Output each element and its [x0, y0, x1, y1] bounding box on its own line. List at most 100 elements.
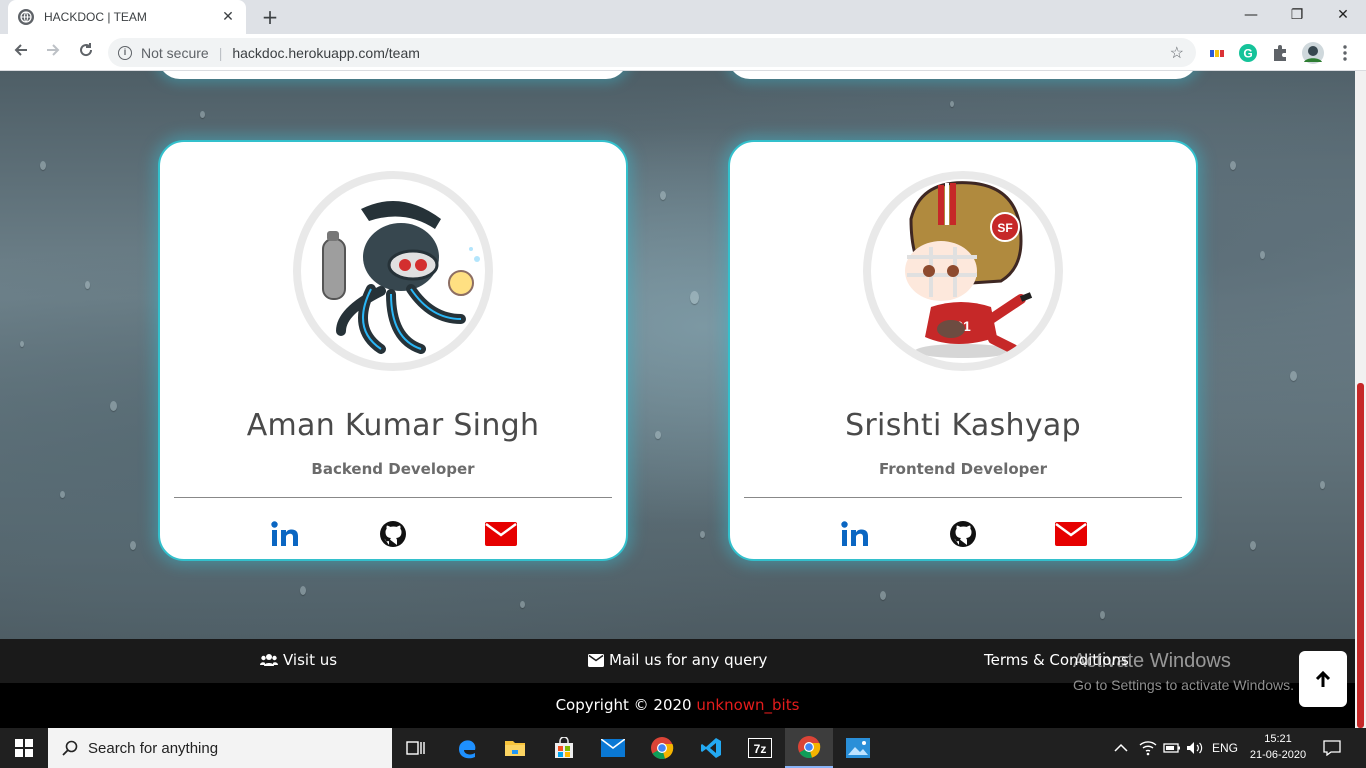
7zip-button[interactable]: 7z — [736, 728, 784, 768]
puzzle-extensions-icon[interactable] — [1270, 43, 1290, 63]
avatar: SF 21 — [863, 171, 1063, 371]
taskbar-search[interactable]: Search for anything — [48, 728, 392, 768]
forward-button[interactable] — [40, 40, 66, 66]
mail-link[interactable] — [1054, 519, 1088, 549]
svg-text:7z: 7z — [754, 742, 767, 756]
new-tab-button[interactable]: + — [258, 5, 282, 29]
linkedin-icon — [841, 521, 868, 546]
svg-text:G: G — [1243, 47, 1252, 61]
minimize-button[interactable]: — — [1228, 0, 1274, 30]
extension-colors-icon[interactable] — [1207, 43, 1227, 63]
not-secure-label: Not secure — [141, 44, 209, 61]
chevron-up-icon — [1114, 743, 1128, 752]
reload-button[interactable] — [73, 40, 99, 66]
member-name: Aman Kumar Singh — [246, 408, 540, 443]
member-role: Frontend Developer — [879, 460, 1047, 478]
edge-taskbar-button[interactable] — [443, 728, 491, 768]
url-text[interactable]: hackdoc.herokuapp.com/team — [232, 45, 420, 61]
store-bag-icon — [555, 737, 573, 758]
chrome-button[interactable] — [638, 728, 686, 768]
card-divider — [174, 497, 612, 498]
file-explorer-button[interactable] — [491, 728, 539, 768]
battery-button[interactable] — [1163, 728, 1181, 768]
member-name: Srishti Kashyap — [845, 408, 1081, 443]
chrome-icon — [798, 736, 821, 759]
clock-date: 21-06-2020 — [1249, 749, 1307, 761]
clock[interactable]: 15:21 21-06-2020 — [1246, 731, 1310, 763]
tab-close-icon[interactable]: ✕ — [220, 9, 236, 25]
linkedin-link[interactable] — [268, 519, 302, 549]
browser-tab[interactable]: HACKDOC | TEAM ✕ — [8, 0, 246, 34]
vscode-icon — [701, 738, 721, 758]
show-hidden-icons-button[interactable] — [1114, 728, 1128, 768]
notification-icon — [1323, 740, 1341, 756]
task-view-button[interactable] — [392, 728, 440, 768]
clock-time: 15:21 — [1264, 733, 1292, 745]
browser-tab-bar: HACKDOC | TEAM ✕ + — ❐ ✕ — [0, 0, 1366, 34]
edge-icon — [459, 740, 476, 759]
language-indicator[interactable]: ENG — [1212, 728, 1238, 768]
search-icon — [62, 740, 78, 756]
football-octocat-avatar-icon: SF 21 — [905, 181, 1033, 358]
start-button[interactable] — [0, 728, 48, 768]
mail-icon — [485, 522, 517, 546]
team-card-previous-right — [728, 71, 1198, 79]
page-scrollbar-thumb[interactable] — [1357, 383, 1364, 728]
browser-toolbar: i Not secure | hackdoc.herokuapp.com/tea… — [0, 34, 1366, 71]
address-bar[interactable]: i Not secure | hackdoc.herokuapp.com/tea… — [108, 38, 1196, 67]
store-button[interactable] — [540, 728, 588, 768]
visit-us-link[interactable]: Visit us — [260, 651, 337, 669]
mail-link[interactable] — [484, 519, 518, 549]
speaker-icon — [1187, 742, 1203, 754]
globe-icon — [18, 9, 34, 25]
team-page: Aman Kumar Singh Backend Developer SF Sr… — [0, 71, 1355, 639]
close-window-button[interactable]: ✕ — [1320, 0, 1366, 30]
copyright-text: Copyright © 2020 — [555, 696, 692, 714]
github-link[interactable] — [946, 519, 980, 549]
scroll-to-top-button[interactable] — [1299, 651, 1347, 707]
arrow-left-icon — [14, 44, 27, 56]
svg-text:SF: SF — [997, 221, 1012, 235]
mail-query-link[interactable]: Mail us for any query — [588, 651, 767, 669]
browser-menu-icon[interactable] — [1335, 43, 1355, 63]
battery-icon — [1163, 743, 1180, 753]
bookmark-star-icon[interactable]: ☆ — [1170, 43, 1184, 63]
reload-icon — [80, 43, 93, 57]
envelope-icon — [588, 653, 604, 667]
activate-subtitle: Go to Settings to activate Windows. — [1073, 677, 1294, 693]
omnibox-separator: | — [218, 44, 223, 61]
mail-icon — [1055, 522, 1087, 546]
card-divider — [744, 497, 1182, 498]
team-card: Aman Kumar Singh Backend Developer — [158, 140, 628, 561]
avatar — [293, 171, 493, 371]
github-icon — [380, 521, 406, 547]
tab-title: HACKDOC | TEAM — [44, 10, 147, 24]
member-role: Backend Developer — [311, 460, 475, 478]
wifi-icon — [1139, 741, 1157, 756]
profile-avatar-icon[interactable] — [1301, 41, 1325, 65]
mail-app-button[interactable] — [589, 728, 637, 768]
mail-app-icon — [601, 739, 625, 757]
chrome-active-button[interactable] — [785, 728, 833, 768]
github-link[interactable] — [376, 519, 410, 549]
vscode-button[interactable] — [687, 728, 735, 768]
grammarly-icon[interactable]: G — [1238, 43, 1258, 63]
restore-button[interactable]: ❐ — [1274, 0, 1320, 30]
back-button[interactable] — [8, 40, 34, 66]
search-placeholder: Search for anything — [88, 739, 219, 757]
volume-button[interactable] — [1186, 728, 1204, 768]
photos-button[interactable] — [834, 728, 882, 768]
chrome-icon — [651, 737, 674, 760]
visit-us-label: Visit us — [283, 651, 338, 669]
network-button[interactable] — [1139, 728, 1157, 768]
team-card-previous-left — [158, 71, 628, 79]
github-icon — [950, 521, 976, 547]
linkedin-link[interactable] — [838, 519, 872, 549]
notifications-button[interactable] — [1323, 728, 1341, 768]
brand-name: unknown_bits — [696, 696, 800, 714]
info-icon[interactable]: i — [118, 45, 132, 60]
scuba-octocat-avatar-icon — [322, 201, 480, 354]
arrow-right-icon — [47, 44, 60, 56]
windows-logo-icon — [15, 739, 33, 757]
task-view-icon — [406, 741, 425, 755]
